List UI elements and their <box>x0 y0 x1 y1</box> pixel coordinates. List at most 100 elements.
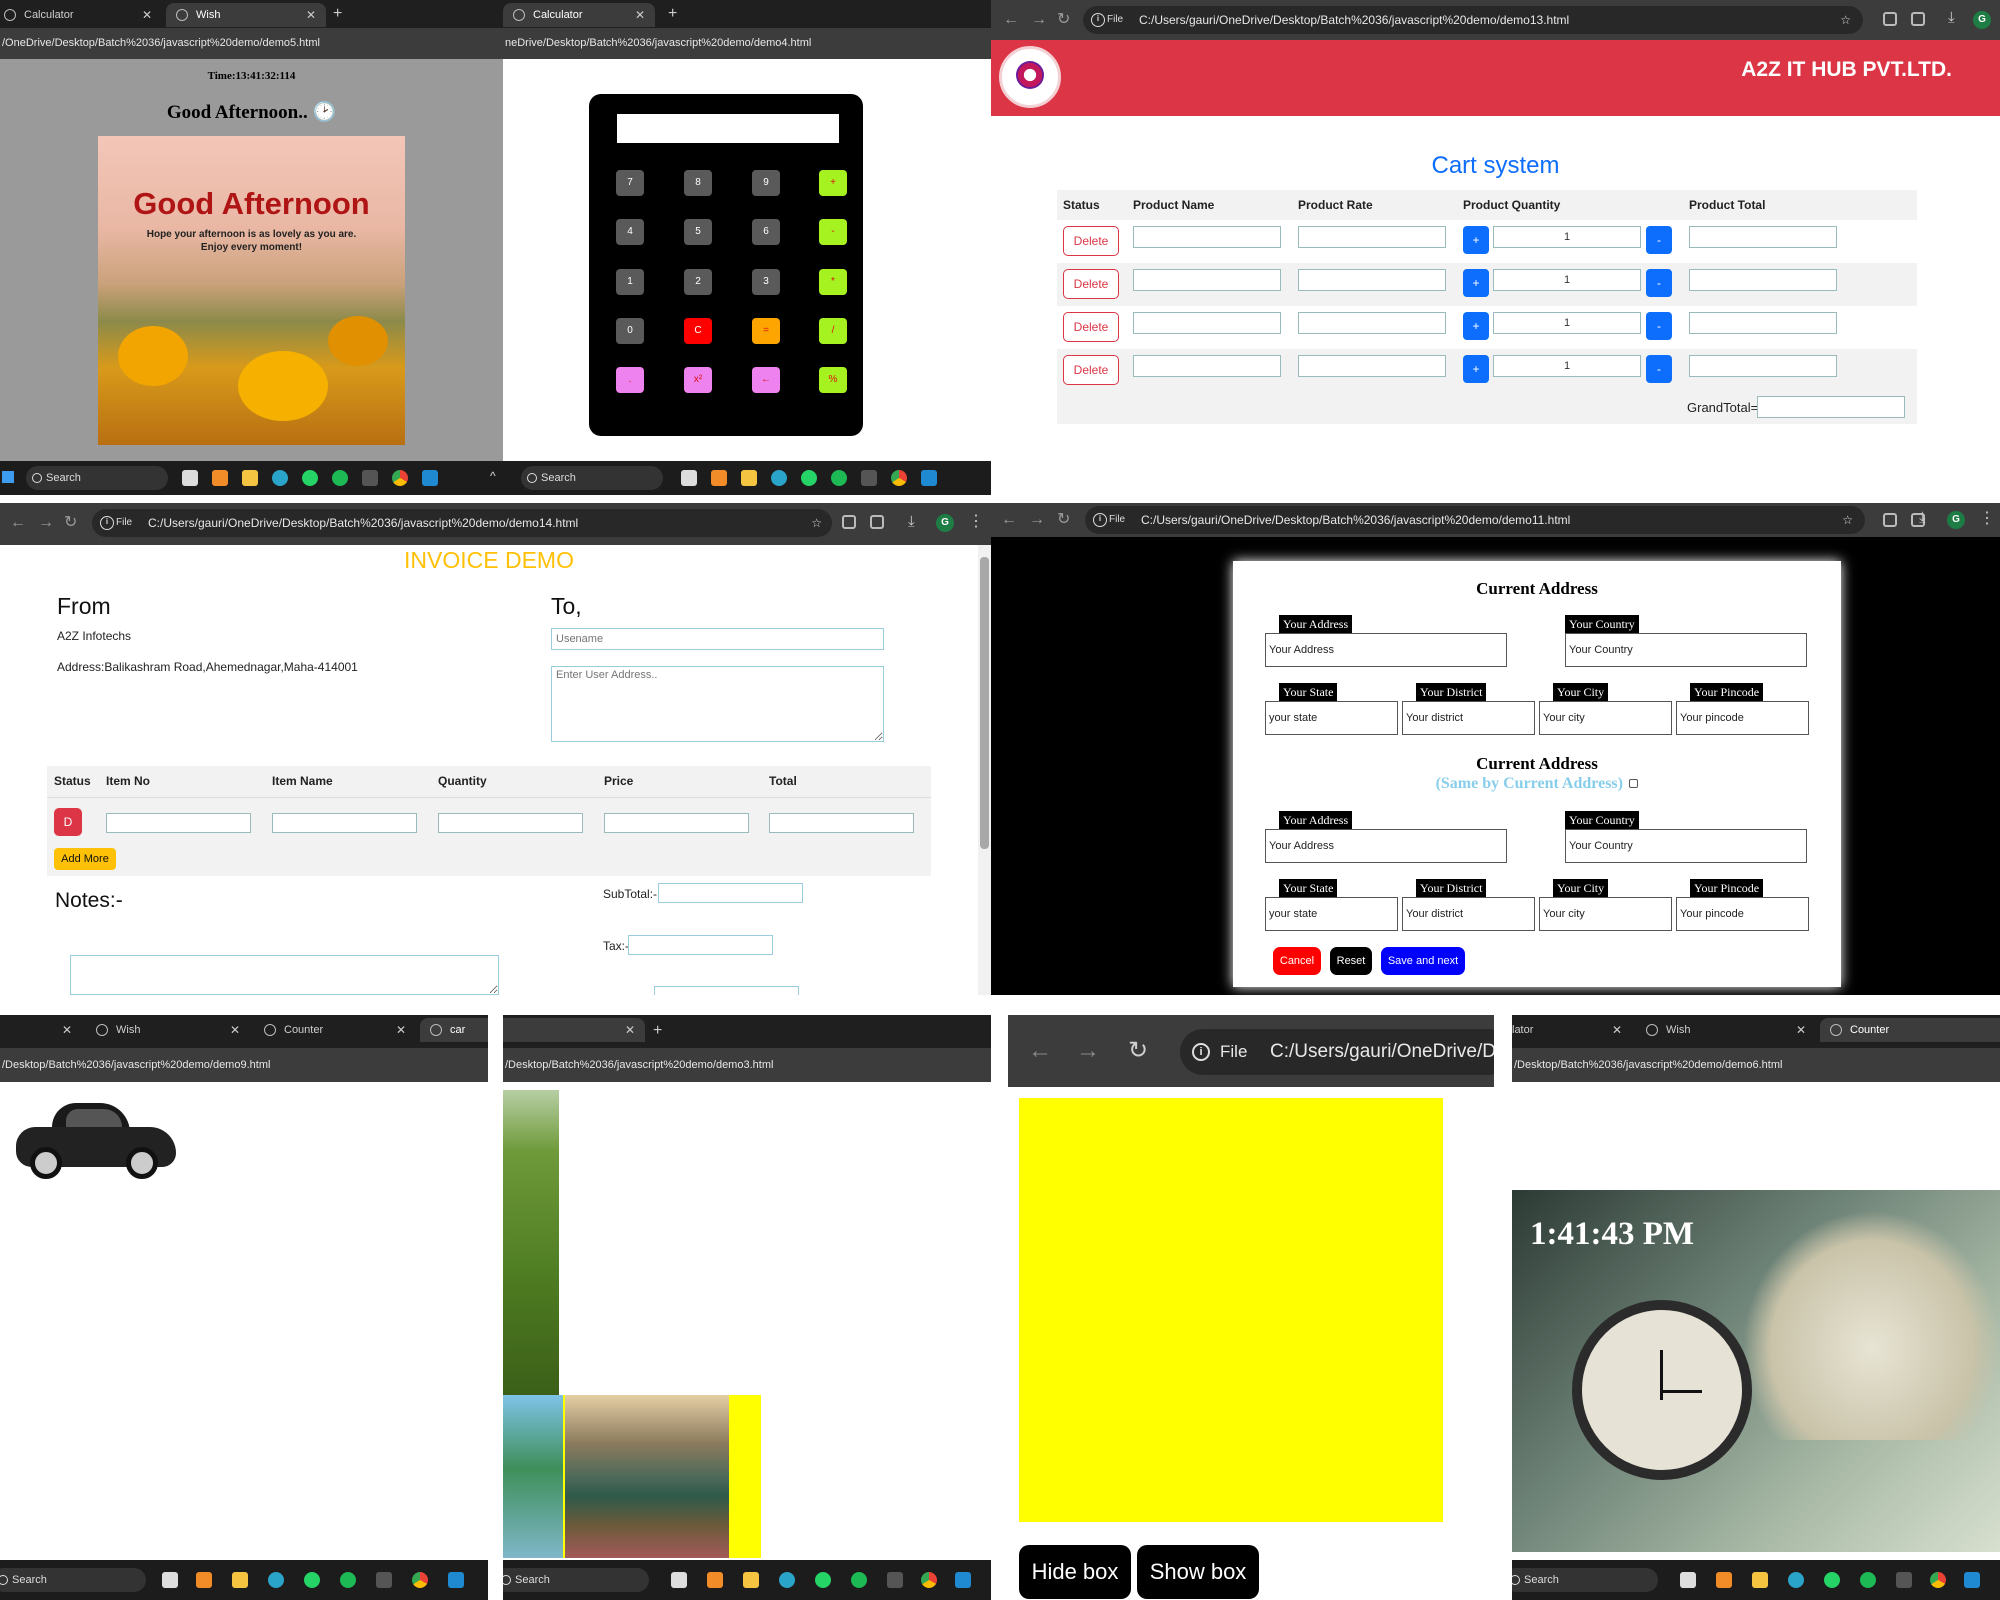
tab-wish[interactable]: Wish ✕ <box>86 1018 250 1042</box>
sublime-icon[interactable] <box>711 470 727 486</box>
star-icon[interactable]: ☆ <box>1840 6 1851 34</box>
whatsapp-icon[interactable] <box>815 1572 831 1588</box>
reset-button[interactable]: Reset <box>1330 947 1372 975</box>
product-rate-input[interactable] <box>1298 355 1446 377</box>
calc-key[interactable]: C <box>684 318 712 344</box>
item-no-input[interactable] <box>106 813 251 833</box>
chrome-icon[interactable] <box>392 470 408 486</box>
product-rate-input[interactable] <box>1298 226 1446 248</box>
notes-textarea[interactable] <box>70 955 499 995</box>
sublime-icon[interactable] <box>1716 1572 1732 1588</box>
calc-key[interactable]: ← <box>752 367 780 393</box>
product-name-input[interactable] <box>1133 312 1281 334</box>
chrome-icon[interactable] <box>891 470 907 486</box>
calc-key[interactable]: 7 <box>616 170 644 196</box>
calc-key[interactable]: 2 <box>684 269 712 295</box>
district-input[interactable]: Your district <box>1402 897 1535 931</box>
sublime-icon[interactable] <box>707 1572 723 1588</box>
chrome-icon[interactable] <box>412 1572 428 1588</box>
calc-key[interactable]: - <box>819 219 847 245</box>
same-address-checkbox[interactable] <box>1629 779 1639 788</box>
task-view-icon[interactable] <box>681 470 697 486</box>
show-box-button[interactable]: Show box <box>1137 1545 1259 1599</box>
back-icon[interactable]: ← <box>1028 1037 1052 1065</box>
puzzle-icon[interactable] <box>1911 12 1925 26</box>
extension-icon[interactable] <box>1883 12 1897 26</box>
terminal-icon[interactable] <box>887 1572 903 1588</box>
subtotal-input[interactable] <box>658 883 803 903</box>
user-address-textarea[interactable] <box>551 666 884 742</box>
product-total-input[interactable] <box>1689 312 1837 334</box>
address-bar[interactable]: /Desktop/Batch%2036/javascript%20demo/de… <box>1512 1048 2000 1082</box>
close-icon[interactable]: ✕ <box>635 3 645 27</box>
forward-icon[interactable]: → <box>1031 10 1047 30</box>
quantity-input[interactable] <box>1493 355 1641 377</box>
terminal-icon[interactable] <box>376 1572 392 1588</box>
pincode-input[interactable]: Your pincode <box>1676 701 1809 735</box>
taskbar-search[interactable]: Search <box>503 1568 649 1592</box>
address-bar[interactable]: i File C:/Users/gauri/OneDrive/D <box>1180 1029 1494 1075</box>
task-view-icon[interactable] <box>162 1572 178 1588</box>
close-icon[interactable]: ✕ <box>625 1018 635 1042</box>
back-icon[interactable]: ← <box>1001 510 1017 530</box>
country-input[interactable]: Your Country <box>1565 829 1807 863</box>
download-icon[interactable]: ⤓ <box>1919 509 1926 526</box>
tab-calculator[interactable]: lator ✕ <box>1512 1018 1632 1042</box>
calc-key[interactable]: 4 <box>616 219 644 245</box>
price-input[interactable] <box>604 813 749 833</box>
quantity-input[interactable] <box>438 813 583 833</box>
forward-icon[interactable]: → <box>38 513 54 533</box>
reload-icon[interactable]: ↻ <box>64 513 77 533</box>
increment-button[interactable]: + <box>1463 355 1489 383</box>
download-icon[interactable]: ⤓ <box>1948 9 1955 26</box>
add-more-button[interactable]: Add More <box>54 848 116 870</box>
delete-button[interactable]: Delete <box>1063 355 1119 385</box>
spotify-icon[interactable] <box>851 1572 867 1588</box>
file-explorer-icon[interactable] <box>743 1572 759 1588</box>
edge-icon[interactable] <box>771 470 787 486</box>
calc-key[interactable]: 9 <box>752 170 780 196</box>
whatsapp-icon[interactable] <box>1824 1572 1840 1588</box>
calc-key[interactable]: % <box>819 367 847 393</box>
scrollbar-thumb[interactable] <box>980 557 989 849</box>
cancel-button[interactable]: Cancel <box>1273 947 1321 975</box>
close-icon[interactable]: ✕ <box>1612 1018 1622 1042</box>
profile-avatar[interactable]: G <box>1973 11 1991 29</box>
state-input[interactable]: your state <box>1265 701 1398 735</box>
decrement-button[interactable]: - <box>1646 355 1672 383</box>
edge-icon[interactable] <box>272 470 288 486</box>
sublime-icon[interactable] <box>212 470 228 486</box>
delete-button[interactable]: Delete <box>1063 312 1119 342</box>
spotify-icon[interactable] <box>831 470 847 486</box>
scrollbar[interactable] <box>978 545 991 995</box>
address-bar[interactable]: neDrive/Desktop/Batch%2036/javascript%20… <box>503 28 991 59</box>
vscode-icon[interactable] <box>955 1572 971 1588</box>
terminal-icon[interactable] <box>1896 1572 1912 1588</box>
city-input[interactable]: Your city <box>1539 897 1672 931</box>
extension-icon[interactable] <box>1883 513 1897 527</box>
calc-key[interactable]: / <box>819 318 847 344</box>
calc-key[interactable]: . <box>616 367 644 393</box>
forward-icon[interactable]: → <box>1029 510 1045 530</box>
grand-total-input[interactable] <box>654 986 799 995</box>
star-icon[interactable]: ☆ <box>811 509 822 537</box>
vscode-icon[interactable] <box>422 470 438 486</box>
delete-button[interactable]: Delete <box>1063 269 1119 299</box>
calc-key[interactable]: x² <box>684 367 712 393</box>
profile-avatar[interactable]: G <box>936 514 954 532</box>
new-tab-button[interactable]: + <box>668 3 677 25</box>
product-rate-input[interactable] <box>1298 269 1446 291</box>
calc-key[interactable]: 1 <box>616 269 644 295</box>
chevron-up-icon[interactable]: ^ <box>490 469 496 483</box>
back-icon[interactable]: ← <box>1003 10 1019 30</box>
sublime-icon[interactable] <box>196 1572 212 1588</box>
menu-icon[interactable]: ⋮ <box>968 512 984 532</box>
menu-icon[interactable]: ⋮ <box>1979 509 1995 529</box>
product-total-input[interactable] <box>1689 226 1837 248</box>
tax-input[interactable] <box>628 935 773 955</box>
close-icon[interactable]: ✕ <box>306 3 316 27</box>
address-bar[interactable]: /OneDrive/Desktop/Batch%2036/javascript%… <box>0 28 503 59</box>
file-explorer-icon[interactable] <box>232 1572 248 1588</box>
edge-icon[interactable] <box>268 1572 284 1588</box>
vscode-icon[interactable] <box>1964 1572 1980 1588</box>
